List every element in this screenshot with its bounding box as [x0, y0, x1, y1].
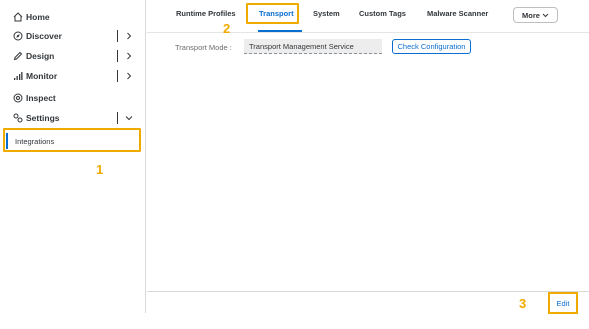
inspect-icon: [12, 92, 24, 104]
sidebar-item-label: Inspect: [26, 93, 56, 103]
sidebar-item-label: Monitor: [26, 71, 58, 81]
sidebar-item-design[interactable]: Design: [0, 46, 146, 66]
bar-chart-icon: [12, 70, 24, 82]
sidebar-item-label: Home: [26, 12, 50, 22]
transport-mode-field[interactable]: Transport Management Service: [244, 39, 382, 54]
sidebar-item-label: Settings: [26, 113, 60, 123]
chevron-down-icon[interactable]: [124, 112, 134, 124]
tab-malware-scanner[interactable]: Malware Scanner: [427, 9, 488, 18]
selection-indicator: [6, 133, 8, 149]
sidebar-item-settings[interactable]: Settings: [0, 108, 146, 128]
chevron-down-icon: [542, 11, 549, 20]
divider: [117, 50, 118, 62]
sidebar-item-monitor[interactable]: Monitor: [0, 66, 146, 86]
more-tabs-button[interactable]: More: [513, 7, 558, 23]
callout-number-1: 1: [96, 162, 104, 177]
edit-button[interactable]: Edit: [548, 292, 578, 314]
settings-icon: [12, 112, 24, 124]
chevron-right-icon[interactable]: [124, 70, 134, 82]
sidebar-item-inspect[interactable]: Inspect: [0, 88, 146, 108]
callout-highlight-2: [246, 3, 299, 24]
chevron-right-icon[interactable]: [124, 50, 134, 62]
tab-custom-tags[interactable]: Custom Tags: [359, 9, 406, 18]
sidebar-item-home[interactable]: Home: [0, 7, 146, 27]
sidebar-item-label: Design: [26, 51, 55, 61]
more-label: More: [522, 10, 540, 20]
tab-runtime-profiles[interactable]: Runtime Profiles: [176, 9, 236, 18]
active-tab-indicator: [258, 30, 302, 32]
divider: [117, 112, 118, 124]
sidebar-subitem-label: Integrations: [15, 136, 55, 146]
footer-divider: [147, 291, 589, 292]
tab-system[interactable]: System: [313, 9, 340, 18]
tab-bar: Runtime Profiles Transport System Custom…: [147, 0, 589, 33]
sidebar-item-label: Discover: [26, 31, 62, 41]
sidebar-item-discover[interactable]: Discover: [0, 26, 146, 46]
chevron-right-icon[interactable]: [124, 30, 134, 42]
sidebar-nav: Home Discover Design Monitor Inspect Set…: [0, 0, 146, 313]
compass-icon: [12, 30, 24, 42]
callout-number-3: 3: [519, 296, 527, 311]
callout-number-2: 2: [223, 21, 231, 36]
transport-mode-label: Transport Mode :: [175, 43, 232, 52]
sidebar-subitem-integrations[interactable]: Integrations: [4, 131, 140, 151]
home-icon: [12, 11, 24, 23]
divider: [117, 70, 118, 82]
divider: [117, 30, 118, 42]
pencil-icon: [12, 50, 24, 62]
check-configuration-button[interactable]: Check Configuration: [392, 39, 471, 54]
